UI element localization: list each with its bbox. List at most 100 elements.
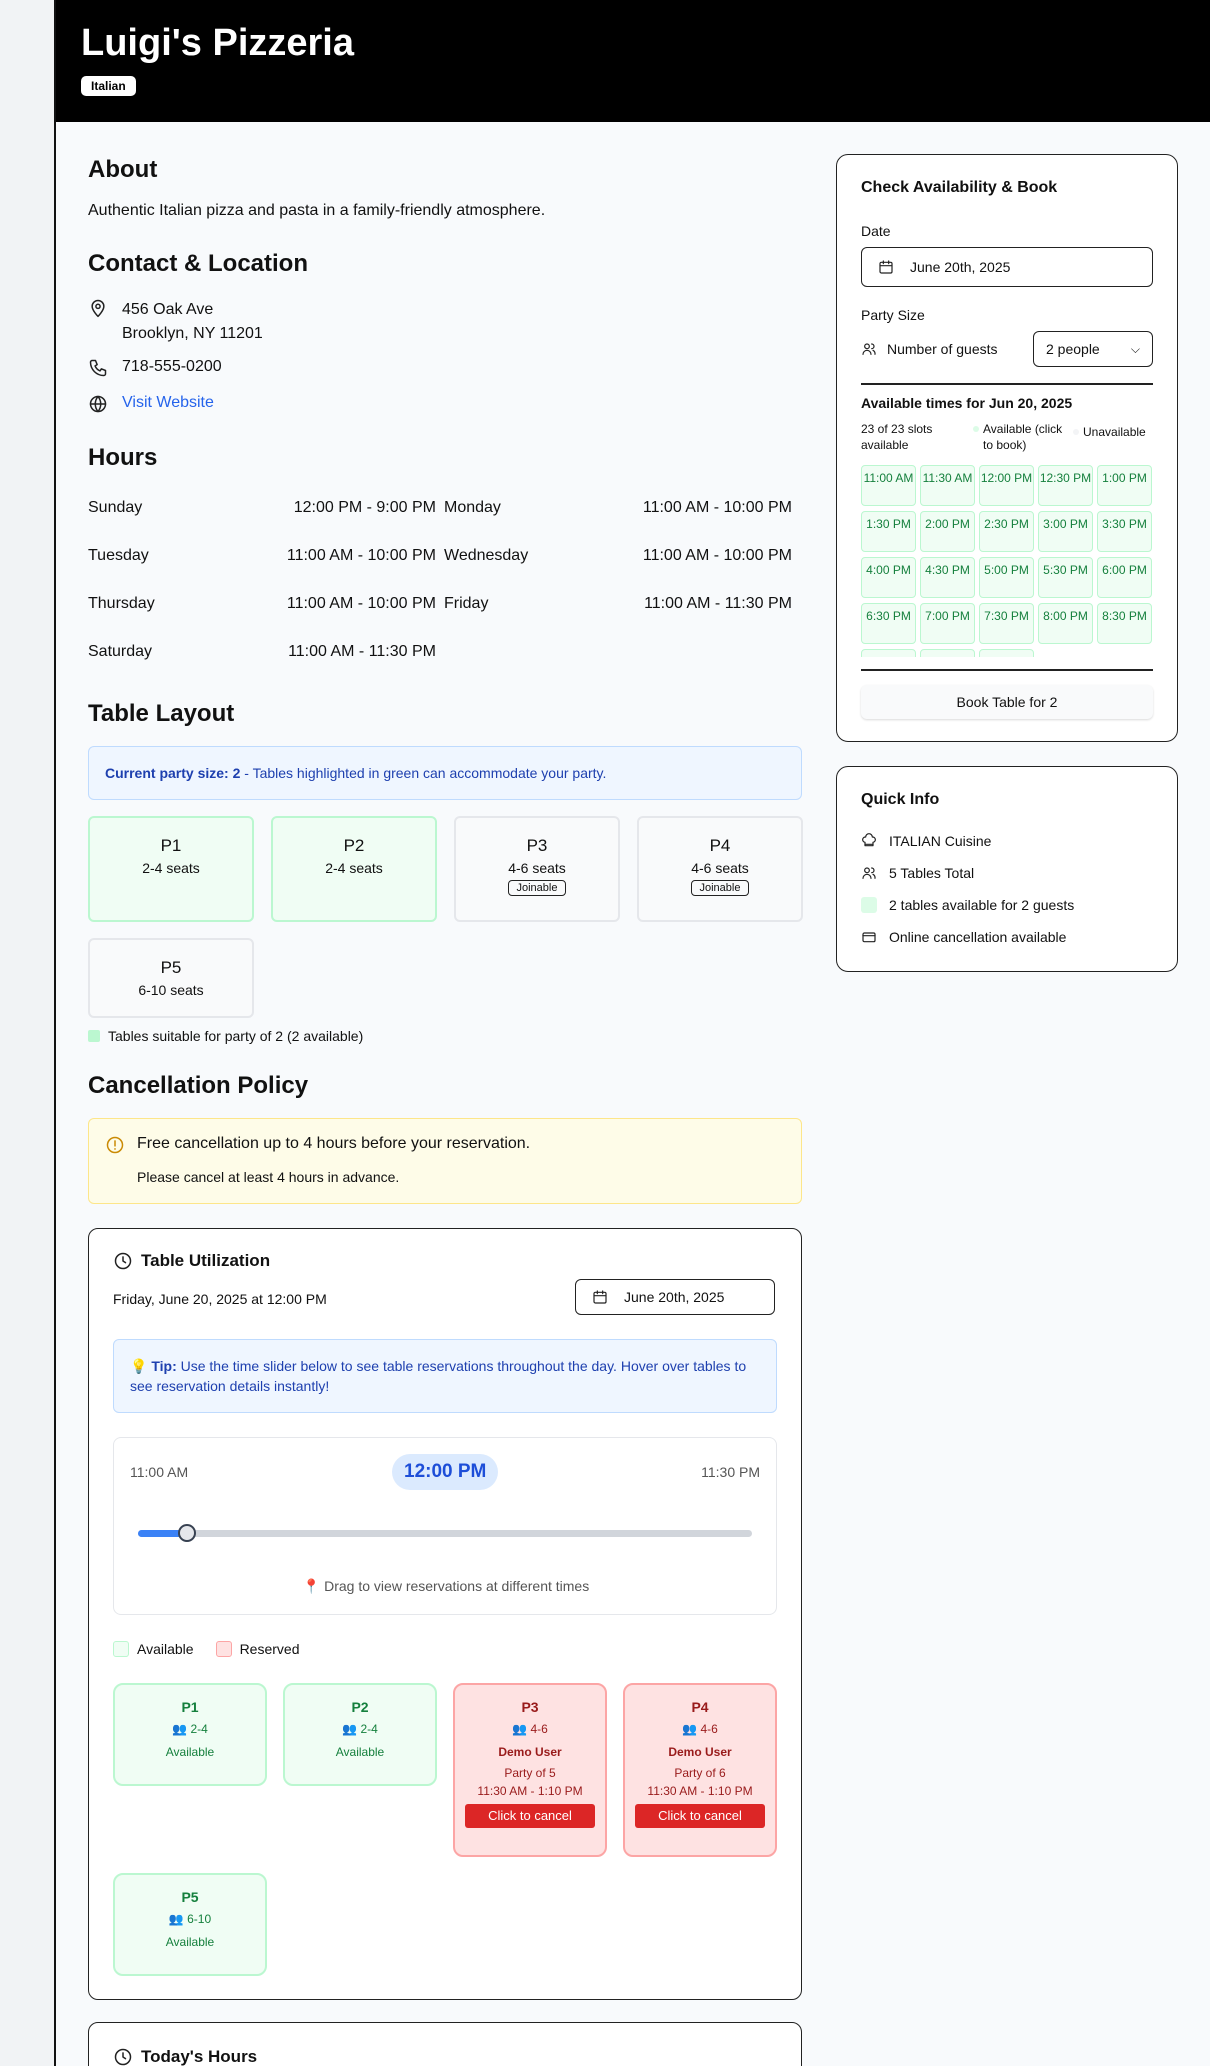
time-slot-button[interactable]: 2:00 PM xyxy=(920,511,975,552)
todays-hours-card: Today's Hours xyxy=(88,2022,802,2066)
available-swatch xyxy=(861,897,877,913)
address-row: 456 Oak Ave Brooklyn, NY 11201 xyxy=(88,298,263,346)
book-table-button[interactable]: Book Table for 2 xyxy=(861,685,1153,719)
time-slot-button[interactable]: 3:00 PM xyxy=(1038,511,1093,552)
utilization-table-p3[interactable]: P3 👥 4-6 Demo User Party of 5 11:30 AM - … xyxy=(453,1683,607,1857)
divider xyxy=(861,669,1153,671)
cancel-reservation-button[interactable]: Click to cancel xyxy=(635,1804,765,1828)
time-slot-button[interactable]: 1:30 PM xyxy=(861,511,916,552)
alert-circle-icon xyxy=(105,1135,125,1155)
utilization-table-p5[interactable]: P5 👥 6-10 Available xyxy=(113,1873,267,1976)
time-slot-button[interactable]: 6:00 PM xyxy=(1097,557,1152,598)
time-slot-button[interactable]: 8:30 PM xyxy=(1097,603,1152,644)
chevron-down-icon: ⌵ xyxy=(1130,341,1140,356)
time-slot-button[interactable]: 11:00 AM xyxy=(861,465,916,506)
table-utilization-card: Table Utilization Friday, June 20, 2025 … xyxy=(88,1228,802,2000)
quick-info-title: Quick Info xyxy=(861,791,940,808)
phone-icon xyxy=(88,358,108,378)
table-card-p2[interactable]: P2 2-4 seats xyxy=(271,816,437,922)
reservation-time: 11:30 AM - 1:10 PM xyxy=(647,1784,753,1798)
table-card-p4[interactable]: P4 4-6 seats Joinable xyxy=(637,816,803,922)
time-slot-button[interactable]: 5:30 PM xyxy=(1038,557,1093,598)
chef-hat-icon xyxy=(861,833,877,849)
time-slot-button[interactable]: 6:30 PM xyxy=(861,603,916,644)
utilization-date-picker[interactable]: June 20th, 2025 xyxy=(575,1279,775,1315)
calendar-icon xyxy=(878,259,894,275)
reservation-user: Demo User xyxy=(498,1745,562,1759)
quick-info-availability: 2 tables available for 2 guests xyxy=(861,897,1074,913)
booking-title: Check Availability & Book xyxy=(861,179,1058,196)
hours-grid: Sunday 12:00 PM - 9:00 PM Monday 11:00 AM … xyxy=(88,484,800,676)
unavailable-dot xyxy=(1073,429,1079,435)
phone-row: 718-555-0200 xyxy=(88,358,222,378)
website-row[interactable]: Visit Website xyxy=(88,394,214,414)
utilization-datetime: Friday, June 20, 2025 at 12:00 PM xyxy=(113,1291,327,1307)
reservation-party: Party of 6 xyxy=(674,1766,726,1780)
table-layout-heading: Table Layout xyxy=(88,700,235,727)
table-card-p5[interactable]: P5 6-10 seats xyxy=(88,938,254,1018)
time-slot-button[interactable]: 11:30 AM xyxy=(920,465,975,506)
time-slot-button[interactable]: 4:30 PM xyxy=(920,557,975,598)
utilization-legend: Available Reserved xyxy=(113,1641,299,1657)
users-icon xyxy=(861,341,877,357)
quick-info-cuisine: ITALIAN Cuisine xyxy=(861,833,991,849)
party-size-label: Party Size xyxy=(861,307,925,323)
time-slot-button[interactable]: 3:30 PM xyxy=(1097,511,1152,552)
party-size-note: Current party size: 2 - Tables highlight… xyxy=(88,746,802,800)
users-icon: 👥 xyxy=(682,1722,698,1736)
restaurant-name: Luigi's Pizzeria xyxy=(81,22,354,64)
users-icon: 👥 xyxy=(512,1722,528,1736)
todays-hours-title: Today's Hours xyxy=(141,2047,258,2066)
time-slider-panel: 11:00 AM 12:00 PM 11:30 PM 📍 Drag to vie… xyxy=(113,1437,777,1615)
available-swatch xyxy=(88,1030,100,1042)
utilization-table-p2[interactable]: P2 👥 2-4 Available xyxy=(283,1683,437,1786)
users-icon: 👥 xyxy=(342,1722,358,1736)
users-icon: 👥 xyxy=(168,1912,184,1926)
layout-legend: Tables suitable for party of 2 (2 availa… xyxy=(88,1028,363,1044)
joinable-badge: Joinable xyxy=(690,880,750,896)
reservation-time: 11:30 AM - 1:10 PM xyxy=(477,1784,583,1798)
time-slot-button[interactable]: 1:00 PM xyxy=(1097,465,1152,506)
time-slot-button[interactable]: 4:00 PM xyxy=(861,557,916,598)
slider-thumb[interactable] xyxy=(178,1524,197,1542)
cancel-reservation-button[interactable]: Click to cancel xyxy=(465,1804,595,1828)
utilization-table-p1[interactable]: P1 👥 2-4 Available xyxy=(113,1683,267,1786)
pin-icon: 📍 xyxy=(302,1578,321,1594)
booking-date-picker[interactable]: June 20th, 2025 xyxy=(861,247,1153,287)
users-icon: 👥 xyxy=(172,1722,188,1736)
slider-end-label: 11:30 PM xyxy=(701,1464,760,1480)
address-line1: 456 Oak Ave xyxy=(122,301,214,318)
globe-icon xyxy=(88,394,108,414)
divider xyxy=(861,383,1153,385)
cancellation-notice: Free cancellation up to 4 hours before y… xyxy=(88,1118,802,1204)
joinable-badge: Joinable xyxy=(507,880,567,896)
time-slot-button[interactable]: 8:00 PM xyxy=(1038,603,1093,644)
reservation-user: Demo User xyxy=(668,1745,732,1759)
calendar-icon xyxy=(592,1289,608,1305)
time-slot-button-partial[interactable] xyxy=(861,649,916,657)
time-slot-button-partial[interactable] xyxy=(920,649,975,657)
time-slot-button[interactable]: 12:00 PM xyxy=(979,465,1034,506)
time-slot-button[interactable]: 12:30 PM xyxy=(1038,465,1093,506)
cancellation-sub: Please cancel at least 4 hours in advanc… xyxy=(137,1169,400,1185)
about-text: Authentic Italian pizza and pasta in a f… xyxy=(88,202,546,219)
table-card-p1[interactable]: P1 2-4 seats xyxy=(88,816,254,922)
time-slot-button[interactable]: 7:00 PM xyxy=(920,603,975,644)
slider-start-label: 11:00 AM xyxy=(130,1464,189,1480)
table-card-p3[interactable]: P3 4-6 seats Joinable xyxy=(454,816,620,922)
credit-card-icon xyxy=(861,929,877,945)
utilization-table-p4[interactable]: P4 👥 4-6 Demo User Party of 6 11:30 AM - … xyxy=(623,1683,777,1857)
current-time-badge: 12:00 PM xyxy=(392,1454,499,1490)
cancellation-heading: Cancellation Policy xyxy=(88,1072,309,1099)
time-slot-button[interactable]: 2:30 PM xyxy=(979,511,1034,552)
party-size-select[interactable]: 2 people ⌵ xyxy=(1033,331,1153,367)
restaurant-header: Luigi's Pizzeria Italian xyxy=(56,0,1210,122)
clock-icon xyxy=(113,2047,133,2066)
time-slot-button[interactable]: 7:30 PM xyxy=(979,603,1034,644)
website-link[interactable]: Visit Website xyxy=(122,394,214,412)
time-slot-button-partial[interactable] xyxy=(979,649,1034,657)
time-slider[interactable] xyxy=(138,1524,752,1542)
time-slot-button[interactable]: 5:00 PM xyxy=(979,557,1034,598)
users-icon xyxy=(861,865,877,881)
date-label: Date xyxy=(861,223,891,239)
